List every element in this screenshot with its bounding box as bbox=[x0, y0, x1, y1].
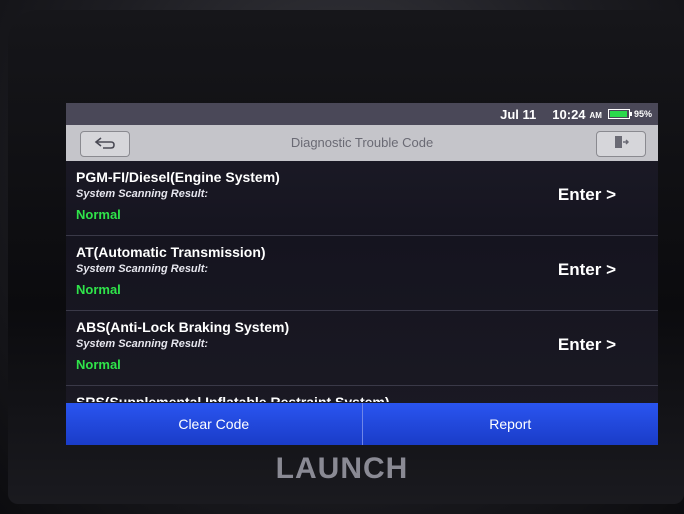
system-subtitle: System Scanning Result: bbox=[76, 263, 209, 275]
system-status: Normal bbox=[76, 357, 121, 372]
system-name: AT(Automatic Transmission) bbox=[76, 244, 266, 260]
screen: Jul 11 10:24 AM 95% Diagnostic Trouble C… bbox=[66, 103, 658, 445]
battery-percent: 95% bbox=[633, 109, 652, 119]
report-button[interactable]: Report bbox=[361, 403, 658, 445]
system-name: PGM-FI/Diesel(Engine System) bbox=[76, 169, 280, 185]
system-row[interactable]: SRS(Supplemental Inflatable Restraint Sy… bbox=[66, 386, 658, 402]
title-bar: Diagnostic Trouble Code bbox=[66, 125, 658, 161]
system-row[interactable]: PGM-FI/Diesel(Engine System) System Scan… bbox=[66, 161, 658, 236]
enter-button[interactable]: Enter > bbox=[558, 335, 616, 355]
system-row[interactable]: AT(Automatic Transmission) System Scanni… bbox=[66, 236, 658, 311]
status-time: 10:24 bbox=[552, 106, 586, 122]
system-subtitle: System Scanning Result: bbox=[76, 338, 209, 350]
system-status: Normal bbox=[76, 207, 121, 222]
system-subtitle: System Scanning Result: bbox=[76, 188, 209, 200]
status-ampm: AM bbox=[589, 111, 602, 120]
system-name: ABS(Anti-Lock Braking System) bbox=[76, 319, 290, 335]
page-title: Diagnostic Trouble Code bbox=[290, 135, 434, 150]
system-status: Normal bbox=[76, 282, 121, 297]
system-list: PGM-FI/Diesel(Engine System) System Scan… bbox=[66, 161, 658, 402]
status-bar: Jul 11 10:24 AM 95% bbox=[66, 103, 658, 125]
bottom-action-bar: Clear Code Report bbox=[66, 403, 658, 445]
system-name: SRS(Supplemental Inflatable Restraint Sy… bbox=[76, 394, 390, 402]
brand-logo: LAUNCH bbox=[275, 452, 409, 485]
system-row[interactable]: ABS(Anti-Lock Braking System) System Sca… bbox=[66, 311, 658, 386]
enter-button[interactable]: Enter > bbox=[558, 185, 616, 205]
clear-code-button[interactable]: Clear Code bbox=[66, 403, 362, 445]
battery-icon bbox=[607, 109, 632, 119]
enter-button[interactable]: Enter > bbox=[558, 260, 616, 280]
exit-button[interactable] bbox=[596, 131, 646, 157]
back-button[interactable] bbox=[80, 131, 130, 157]
status-date: Jul 11 bbox=[500, 106, 537, 122]
exit-icon bbox=[613, 134, 630, 155]
back-arrow-icon bbox=[93, 135, 117, 153]
